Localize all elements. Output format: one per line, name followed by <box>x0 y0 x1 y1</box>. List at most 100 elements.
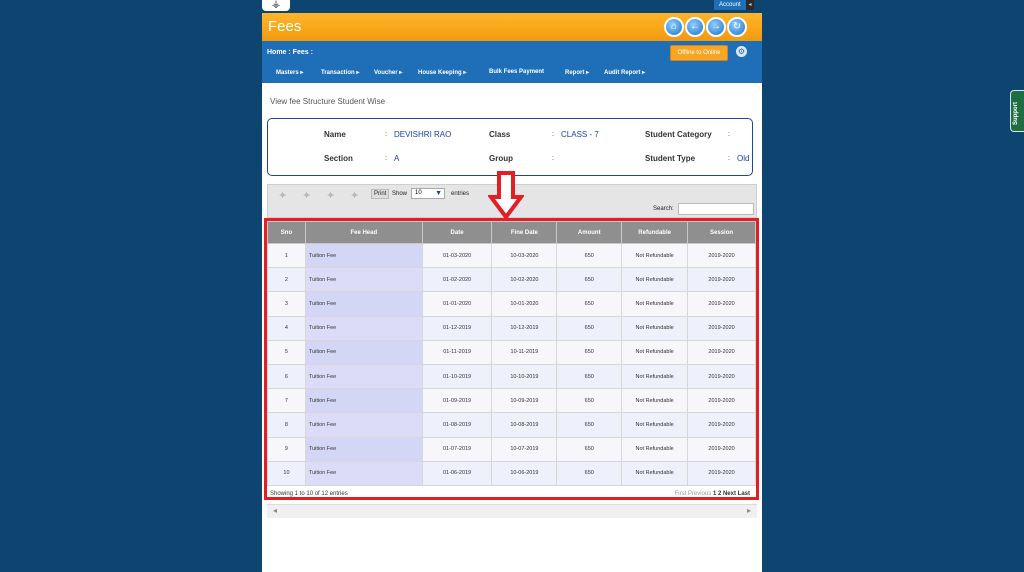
pagination-page-1[interactable]: 1 <box>713 491 716 497</box>
settings-icon[interactable]: ⚙ <box>736 46 747 57</box>
table-cell-session: 2019-2020 <box>687 315 756 341</box>
table-cell-sno: 4 <box>267 315 306 341</box>
table-cell-sno: 1 <box>267 242 306 269</box>
home-icon[interactable]: ⌂ <box>664 17 684 37</box>
menu-transaction[interactable]: Transaction ▸ <box>321 69 359 76</box>
horizontal-scrollbar[interactable]: ◂ ▸ <box>267 504 757 518</box>
menu-audit-report[interactable]: Audit Report ▸ <box>604 69 645 76</box>
table-row[interactable]: 9 Tuition Fee 01-07-2019 10-07-2019 650 Not R… <box>267 436 756 462</box>
table-cell-fee-head: Tuition Fee <box>304 339 423 365</box>
section-subtitle: View fee Structure Student Wise <box>270 97 386 106</box>
table-row[interactable]: 3 Tuition Fee 01-01-2020 10-01-2020 650 Not R… <box>267 291 756 317</box>
fees-header: Fees ⌂ ← → ↻ <box>262 13 762 41</box>
pagination-next[interactable]: Next <box>723 491 736 497</box>
table-cell-session: 2019-2020 <box>687 339 756 365</box>
table-cell-amount: 650 <box>556 267 623 293</box>
table-row[interactable]: 6 Tuition Fee 01-10-2019 10-10-2019 650 Not R… <box>267 363 756 390</box>
column-header[interactable]: Fee Head <box>304 221 423 244</box>
table-footer: Showing 1 to 10 of 12 entries First Prev… <box>270 491 756 497</box>
column-header[interactable]: Sno <box>267 221 306 244</box>
table-cell-fine-date: 10-06-2019 <box>491 460 558 486</box>
pagination: First Previous 1 2 Next Last <box>675 491 750 497</box>
account-button[interactable]: Account <box>714 0 746 10</box>
show-label: Show <box>392 191 408 197</box>
section-label: Section <box>324 154 353 163</box>
table-cell-sno: 9 <box>267 436 306 462</box>
school-logo: ⚶ <box>262 0 290 11</box>
menu-voucher[interactable]: Voucher ▸ <box>374 69 402 76</box>
table-cell-date: 01-08-2019 <box>421 412 493 438</box>
table-header-row: Sno Fee Head Date Fine Date Amount Refun… <box>267 221 756 244</box>
table-cell-sno: 8 <box>267 412 306 438</box>
table-row[interactable]: 5 Tuition Fee 01-11-2019 10-11-2019 650 Not R… <box>267 339 756 365</box>
table-cell-fine-date: 10-12-2019 <box>491 315 558 341</box>
table-cell-session: 2019-2020 <box>687 412 756 438</box>
offline-to-online-button[interactable]: Offline to Online <box>670 45 728 61</box>
column-header[interactable]: Date <box>421 221 493 244</box>
pagination-previous[interactable]: Previous <box>688 491 711 497</box>
menu-house-keeping[interactable]: House Keeping ▸ <box>418 69 466 76</box>
table-row[interactable]: 10 Tuition Fee 01-06-2019 10-06-2019 650 Not … <box>267 460 756 486</box>
table-row[interactable]: 7 Tuition Fee 01-09-2019 10-09-2019 650 Not R… <box>267 388 756 414</box>
table-cell-session: 2019-2020 <box>687 460 756 486</box>
table-cell-refundable: Not Refundable <box>621 267 689 293</box>
table-cell-amount: 650 <box>556 339 623 365</box>
table-cell-date: 01-03-2020 <box>421 242 493 269</box>
excel-icon[interactable]: ✦ <box>326 189 340 202</box>
entries-value: 10 <box>415 190 422 196</box>
table-cell-date: 01-06-2019 <box>421 460 493 486</box>
pdf-icon[interactable]: ✦ <box>350 189 364 202</box>
search-input[interactable] <box>678 203 754 215</box>
scroll-left-icon[interactable]: ◂ <box>273 506 277 515</box>
column-header[interactable]: Fine Date <box>491 221 558 244</box>
class-label: Class <box>489 130 511 139</box>
entries-select[interactable]: 10 ▼ <box>411 188 445 199</box>
table-cell-fine-date: 10-10-2019 <box>491 363 558 390</box>
table-cell-amount: 650 <box>556 242 623 269</box>
menu-masters[interactable]: Masters ▸ <box>276 69 303 76</box>
scroll-right-icon[interactable]: ▸ <box>747 506 751 515</box>
colon: : <box>728 131 730 138</box>
fee-table-highlight: Sno Fee Head Date Fine Date Amount Refun… <box>264 218 759 500</box>
table-cell-session: 2019-2020 <box>687 363 756 390</box>
pagination-page-2[interactable]: 2 <box>718 491 721 497</box>
table-cell-sno: 5 <box>267 339 306 365</box>
table-cell-sno: 2 <box>267 267 306 293</box>
back-icon[interactable]: ← <box>685 17 705 37</box>
print-button[interactable]: Print <box>371 189 390 199</box>
menu-bulk-fees-payment[interactable]: Bulk Fees Payment <box>489 69 544 75</box>
table-cell-amount: 650 <box>556 436 623 462</box>
forward-icon[interactable]: → <box>706 17 726 37</box>
table-cell-amount: 650 <box>556 363 623 390</box>
table-cell-amount: 650 <box>556 291 623 317</box>
table-row[interactable]: 2 Tuition Fee 01-02-2020 10-02-2020 650 Not R… <box>267 267 756 293</box>
pagination-first[interactable]: First <box>675 491 687 497</box>
csv-icon[interactable]: ✦ <box>302 189 316 202</box>
support-tab[interactable]: Support <box>1010 90 1024 132</box>
breadcrumb[interactable]: Home : Fees : <box>267 49 313 56</box>
menu-report[interactable]: Report ▸ <box>565 69 589 76</box>
table-row[interactable]: 1 Tuition Fee 01-03-2020 10-03-2020 650 Not R… <box>267 242 756 269</box>
table-cell-refundable: Not Refundable <box>621 363 689 390</box>
table-cell-sno: 6 <box>267 363 306 390</box>
table-cell-amount: 650 <box>556 315 623 341</box>
table-cell-fee-head: Tuition Fee <box>304 388 423 414</box>
colon: : <box>552 155 554 162</box>
table-cell-fee-head: Tuition Fee <box>304 291 423 317</box>
table-row[interactable]: 8 Tuition Fee 01-08-2019 10-08-2019 650 Not R… <box>267 412 756 438</box>
table-cell-session: 2019-2020 <box>687 267 756 293</box>
table-cell-date: 01-11-2019 <box>421 339 493 365</box>
refresh-icon[interactable]: ↻ <box>727 17 747 37</box>
account-caret-icon[interactable]: ◂ <box>746 0 754 10</box>
table-row[interactable]: 4 Tuition Fee 01-12-2019 10-12-2019 650 Not R… <box>267 315 756 341</box>
table-cell-session: 2019-2020 <box>687 436 756 462</box>
column-header[interactable]: Session <box>687 221 756 244</box>
table-cell-fee-head: Tuition Fee <box>304 436 423 462</box>
copy-icon[interactable]: ✦ <box>278 189 292 202</box>
column-header[interactable]: Amount <box>556 221 623 244</box>
table-cell-date: 01-09-2019 <box>421 388 493 414</box>
column-header[interactable]: Refundable <box>621 221 689 244</box>
table-cell-date: 01-10-2019 <box>421 363 493 390</box>
pagination-last[interactable]: Last <box>738 491 750 497</box>
chevron-down-icon: ▼ <box>435 190 442 197</box>
